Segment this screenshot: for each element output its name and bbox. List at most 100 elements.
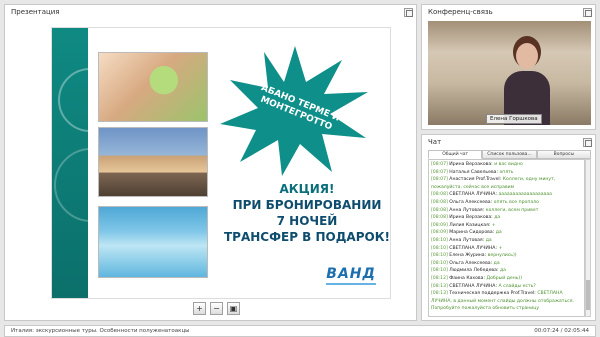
chat-message: [08:10] СВЕТЛАНА ЛУЧИНА: +: [431, 245, 582, 253]
save-icon[interactable]: ▣: [227, 302, 240, 315]
chat-message: [08:10] Анна Лутовая: да: [431, 237, 582, 245]
message-time: [08:10]: [431, 245, 448, 251]
message-time: [08:13]: [431, 283, 448, 289]
message-author: Елена Журина:: [449, 253, 487, 259]
conference-panel: Конференц-связь Елена Горшкова: [421, 4, 596, 130]
maximize-button[interactable]: [583, 138, 592, 147]
message-time: [08:07]: [431, 177, 448, 183]
message-author: Людмила Лебедева:: [449, 268, 499, 274]
chat-message: [08:08] СВЕТЛАНА ЛУЧИНА: ааааааааааааааа…: [431, 191, 582, 199]
maximize-button[interactable]: [404, 8, 413, 17]
message-author: Ирина Верзакова:: [449, 162, 493, 167]
zoom-out-icon[interactable]: −: [210, 302, 223, 315]
message-author: Наталья Савельева:: [449, 169, 499, 175]
chat-scrollbar[interactable]: [585, 159, 591, 317]
scrollbar-thumb[interactable]: [586, 280, 590, 310]
message-text: и вас видно: [494, 162, 523, 167]
promo-line: ТРАНСФЕР В ПОДАРОК!: [223, 230, 390, 244]
playback-time: 00:07:24 / 02:05:44: [534, 328, 589, 334]
chat-message: [08:07] Наталья Савельева: опять: [431, 169, 582, 177]
message-author: Техническая поддержка Prof.Travel:: [449, 291, 536, 297]
message-time: [08:07]: [431, 162, 448, 167]
message-author: СВЕТЛАНА ЛУЧИНА:: [449, 283, 498, 289]
message-author: Марина Сидорова:: [449, 230, 495, 236]
zoom-in-icon[interactable]: +: [193, 302, 206, 315]
chat-panel: Чат Общий чат Список пользова... Вопросы…: [421, 134, 596, 321]
presentation-slide: АБАНО ТЕРМЕ И МОНТЕГРОТТО АКЦИЯ! ПРИ БРО…: [51, 27, 391, 299]
slide-toolbar: + − ▣: [193, 302, 240, 315]
chat-message: [08:12] Фаина Кахова: Добрый день)): [431, 275, 582, 283]
message-author: СВЕТЛАНА ЛУЧИНА:: [449, 192, 498, 198]
message-time: [08:12]: [431, 275, 448, 281]
webcam-video[interactable]: Елена Горшкова: [428, 21, 591, 125]
chat-message: [08:08] Ирина Верзакова: да: [431, 214, 582, 222]
message-text: ааааааааааааааааааа: [498, 192, 552, 198]
message-time: [08:09]: [431, 222, 448, 228]
message-text: да: [494, 215, 501, 221]
panel-title: Конференц-связь: [428, 8, 493, 16]
message-time: [08:10]: [431, 237, 448, 243]
message-author: Анна Лутовая:: [449, 237, 485, 243]
tab-user-list[interactable]: Список пользова...: [482, 150, 537, 159]
chat-message: [08:10] Людмила Лебедева: да: [431, 267, 582, 275]
brand-logo: ВАНД: [326, 266, 376, 285]
tab-questions[interactable]: Вопросы: [536, 150, 591, 159]
message-text: Добрый день)): [486, 275, 523, 281]
chat-message: [08:08] Ольга Алексеева: опять все пропа…: [431, 199, 582, 207]
message-text: да: [485, 237, 492, 243]
message-time: [08:08]: [431, 199, 448, 205]
message-time: [08:08]: [431, 207, 448, 213]
speaker-figure: [504, 35, 550, 125]
message-author: Анна Лутовая:: [449, 207, 485, 213]
message-time: [08:10]: [431, 268, 448, 274]
message-author: Фаина Кахова:: [449, 275, 486, 281]
chat-message: [08:08] Анна Лутовая: коллеги, всем прив…: [431, 207, 582, 215]
message-text: вернулись)): [487, 253, 517, 259]
speaker-head: [516, 43, 538, 69]
message-author: Ольга Алексеева:: [449, 199, 493, 205]
webinar-title: Италия: экскурсионные туры. Особенности …: [11, 328, 190, 334]
town-street-photo: [98, 127, 208, 197]
chat-message: [08:10] Елена Журина: вернулись)): [431, 252, 582, 260]
message-time: [08:10]: [431, 253, 448, 259]
message-text: опять: [499, 169, 514, 175]
promo-line: 7 НОЧЕЙ: [276, 214, 338, 228]
message-text: да: [493, 260, 500, 266]
tab-general-chat[interactable]: Общий чат: [428, 150, 483, 159]
message-time: [08:09]: [431, 230, 448, 236]
panel-title: Презентация: [11, 8, 60, 16]
message-text: +: [498, 245, 503, 251]
chat-message: [08:07] Ирина Верзакова: и вас видно: [431, 161, 582, 169]
chat-tabs: Общий чат Список пользова... Вопросы: [428, 150, 591, 159]
slide-decor-stripe: [52, 28, 128, 298]
message-text: коллеги, всем привет: [485, 207, 539, 213]
chat-message: [08:09] Марина Сидорова: да: [431, 229, 582, 237]
message-author: СВЕТЛАНА ЛУЧИНА:: [449, 245, 498, 251]
chat-message: [08:09] Лилия Казицкая: +: [431, 222, 582, 230]
message-time: [08:13]: [431, 291, 448, 297]
message-text: +: [491, 222, 496, 228]
status-bar: Италия: экскурсионные туры. Особенности …: [4, 325, 596, 337]
promo-line: ПРИ БРОНИРОВАНИИ: [232, 198, 382, 212]
message-text: опять все пропало: [493, 199, 539, 205]
message-author: Лилия Казицкая:: [449, 222, 491, 228]
chat-message: [08:13] Техническая поддержка Prof.Trave…: [431, 290, 582, 313]
participant-name: Елена Горшкова: [486, 114, 542, 124]
message-author: Ольга Алексеева:: [449, 260, 493, 266]
message-author: Ирина Верзакова:: [449, 215, 493, 221]
chat-messages[interactable]: [08:07] Ирина Верзакова: и вас видно [08:…: [428, 159, 585, 317]
message-time: [08:07]: [431, 169, 448, 175]
panel-title: Чат: [428, 138, 442, 146]
chat-message: [08:07] Анастасия Prof.Travel: Коллеги, …: [431, 176, 582, 191]
message-text: А слайды есть?: [498, 283, 536, 289]
message-author: Анастасия Prof.Travel:: [449, 177, 502, 183]
promo-headline: АКЦИЯ!: [279, 182, 335, 196]
presentation-panel: Презентация АБАНО ТЕРМЕ И МОНТЕГРОТТО АК…: [4, 4, 417, 321]
message-time: [08:10]: [431, 260, 448, 266]
maximize-button[interactable]: [583, 8, 592, 17]
spa-massage-photo: [98, 52, 208, 122]
message-text: да: [495, 230, 502, 236]
chat-message: [08:13] СВЕТЛАНА ЛУЧИНА: А слайды есть?: [431, 283, 582, 291]
message-time: [08:08]: [431, 215, 448, 221]
message-time: [08:08]: [431, 192, 448, 198]
